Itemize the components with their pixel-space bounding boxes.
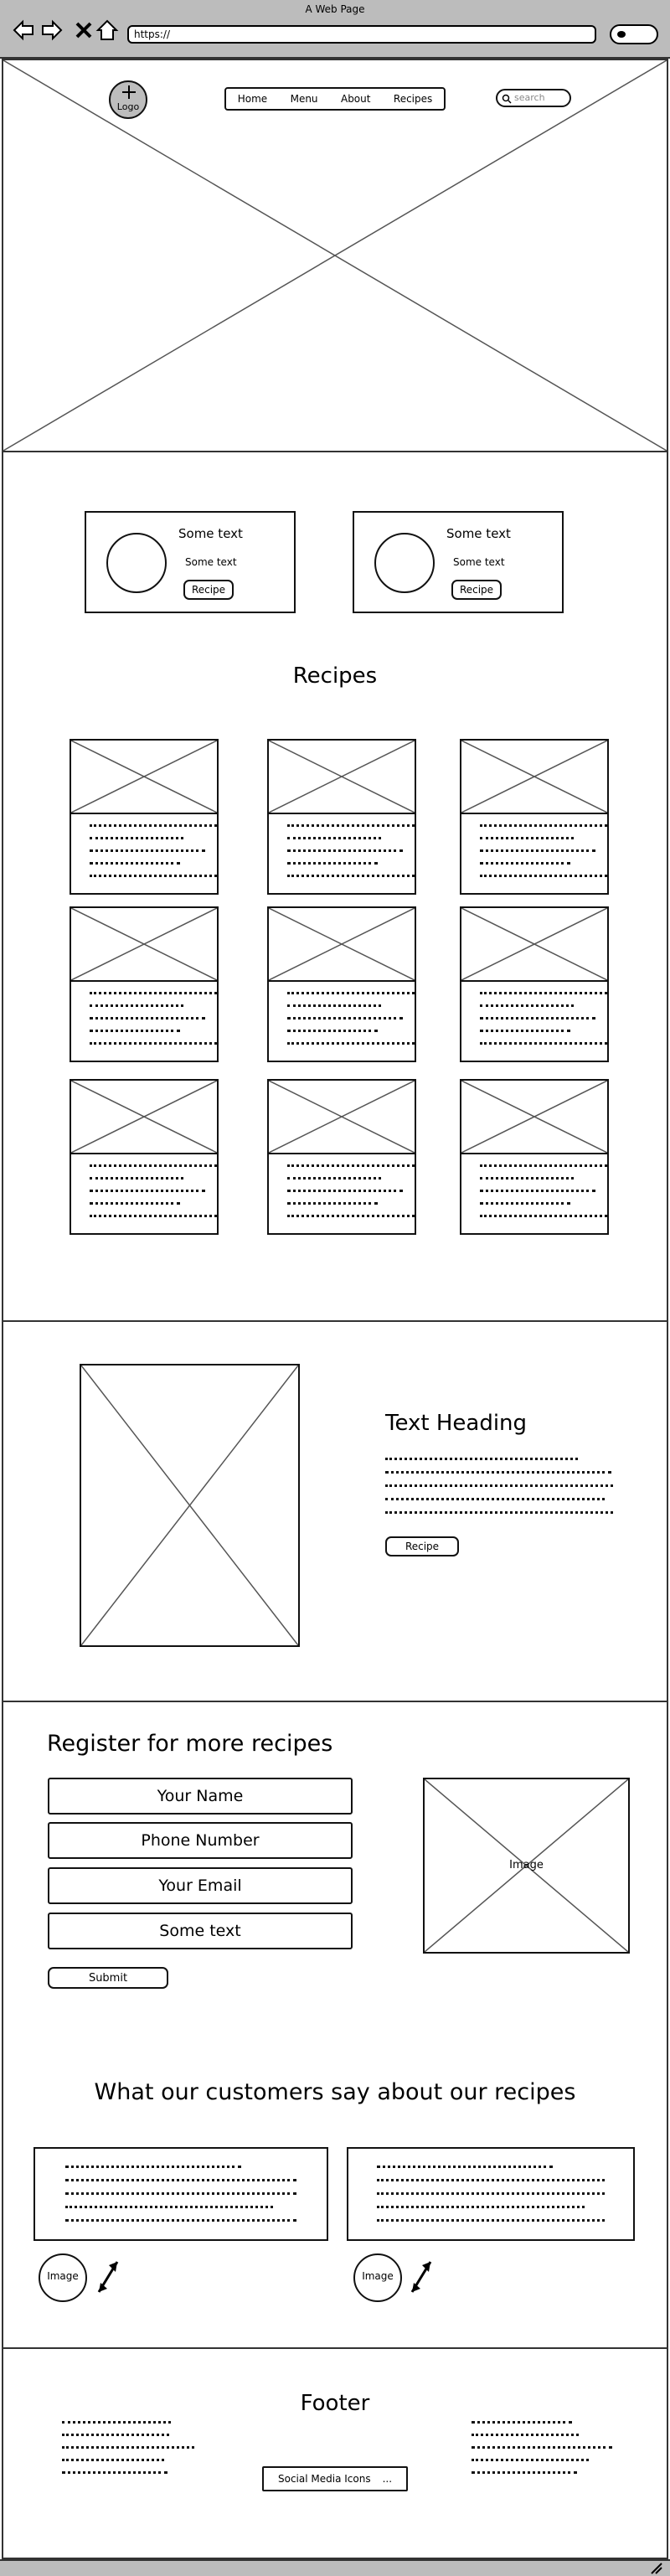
recipe-card[interactable] xyxy=(70,739,219,895)
recipe-image-placeholder xyxy=(71,741,217,814)
logo-label: Logo xyxy=(116,101,140,112)
social-media-ellipsis: ... xyxy=(382,2473,393,2485)
testimonial-avatar-label: Image xyxy=(362,2270,394,2282)
extra-field[interactable]: Some text xyxy=(48,1913,353,1949)
recipe-card[interactable] xyxy=(460,739,609,895)
resize-grip-icon[interactable] xyxy=(650,2563,663,2574)
recipe-description xyxy=(90,1164,217,1217)
feature-text-heading: Text Heading xyxy=(385,1411,528,1436)
testimonial-avatar: Image xyxy=(353,2253,402,2302)
recipe-card[interactable] xyxy=(460,1079,609,1235)
recipe-card[interactable] xyxy=(70,906,219,1062)
recipe-image-placeholder xyxy=(269,741,415,814)
recipe-card[interactable] xyxy=(267,1079,416,1235)
testimonial-card xyxy=(347,2147,635,2241)
testimonial-text xyxy=(377,2166,605,2222)
section-divider xyxy=(2,2347,668,2349)
feature-card-recipe-button[interactable]: Recipe xyxy=(451,580,502,600)
submit-button[interactable]: Submit xyxy=(48,1967,168,1989)
window-title: A Web Page xyxy=(305,3,365,15)
testimonial-card xyxy=(34,2147,328,2241)
home-icon[interactable] xyxy=(95,18,119,42)
phone-field[interactable]: Phone Number xyxy=(48,1822,353,1859)
recipe-card[interactable] xyxy=(267,739,416,895)
nav-item-menu[interactable]: Menu xyxy=(291,93,318,105)
search-icon xyxy=(502,94,512,104)
recipe-description xyxy=(287,992,415,1045)
feature-card-subtitle: Some text xyxy=(185,556,237,568)
recipe-image-placeholder xyxy=(461,908,607,982)
feature-card-title: Some text xyxy=(178,526,243,541)
header-search-input[interactable]: search xyxy=(496,89,571,107)
feature-card: Some text Some text Recipe xyxy=(85,511,296,613)
social-media-icons-button[interactable]: Social Media Icons ... xyxy=(262,2466,408,2491)
search-icon xyxy=(617,31,626,38)
search-placeholder: search xyxy=(514,92,545,103)
social-media-label: Social Media Icons xyxy=(278,2473,371,2485)
name-field[interactable]: Your Name xyxy=(48,1778,353,1815)
plus-icon xyxy=(122,85,136,99)
feature-paragraph xyxy=(385,1458,620,1514)
register-heading: Register for more recipes xyxy=(47,1731,333,1757)
recipe-image-placeholder xyxy=(269,908,415,982)
footer-heading: Footer xyxy=(300,2391,370,2416)
feature-image-placeholder xyxy=(80,1364,300,1647)
nav-item-about[interactable]: About xyxy=(341,93,370,105)
register-image-label: Image xyxy=(509,1859,544,1871)
recipe-image-placeholder xyxy=(461,1081,607,1154)
testimonial-avatar: Image xyxy=(39,2253,87,2302)
feature-card-subtitle: Some text xyxy=(453,556,505,568)
testimonials-heading: What our customers say about our recipes xyxy=(94,2079,576,2105)
register-image-placeholder: Image xyxy=(423,1778,630,1954)
logo[interactable] xyxy=(109,80,147,119)
footer-text-left xyxy=(62,2421,194,2474)
section-divider xyxy=(2,1701,668,1702)
footer-text-right xyxy=(472,2421,612,2474)
recipe-description xyxy=(287,824,415,877)
feature-card-title: Some text xyxy=(446,526,511,541)
feature-card: Some text Some text Recipe xyxy=(353,511,564,613)
nav-item-home[interactable]: Home xyxy=(238,93,267,105)
recipe-image-placeholder xyxy=(269,1081,415,1154)
main-nav: Home Menu About Recipes xyxy=(224,87,446,111)
recipe-card[interactable] xyxy=(267,906,416,1062)
expand-arrow-icon[interactable] xyxy=(407,2259,436,2295)
recipe-description xyxy=(90,992,217,1045)
address-bar[interactable]: https:// xyxy=(127,25,596,44)
recipe-image-placeholder xyxy=(461,741,607,814)
section-divider xyxy=(2,451,668,452)
recipe-card[interactable] xyxy=(70,1079,219,1235)
close-icon[interactable] xyxy=(72,18,95,42)
recipe-description xyxy=(90,824,217,877)
email-field[interactable]: Your Email xyxy=(48,1867,353,1904)
recipe-image-placeholder xyxy=(71,908,217,982)
hero-image-placeholder xyxy=(3,60,667,451)
section-divider xyxy=(2,1320,668,1322)
expand-arrow-icon[interactable] xyxy=(94,2259,122,2295)
browser-search-button[interactable] xyxy=(610,24,658,44)
feature-card-image xyxy=(106,533,167,593)
recipe-card[interactable] xyxy=(460,906,609,1062)
feature-card-recipe-button[interactable]: Recipe xyxy=(183,580,234,600)
back-arrow-icon[interactable] xyxy=(12,18,35,42)
forward-arrow-icon[interactable] xyxy=(40,18,64,42)
recipe-description xyxy=(480,992,607,1045)
recipe-description xyxy=(480,1164,607,1217)
recipe-image-placeholder xyxy=(71,1081,217,1154)
testimonial-avatar-label: Image xyxy=(47,2270,79,2282)
recipes-heading: Recipes xyxy=(292,663,378,689)
recipe-description xyxy=(480,824,607,877)
testimonial-text xyxy=(65,2166,296,2222)
recipe-description xyxy=(287,1164,415,1217)
nav-item-recipes[interactable]: Recipes xyxy=(394,93,432,105)
feature-recipe-button[interactable]: Recipe xyxy=(385,1536,459,1556)
feature-card-image xyxy=(374,533,435,593)
browser-status-bar xyxy=(0,2559,670,2576)
